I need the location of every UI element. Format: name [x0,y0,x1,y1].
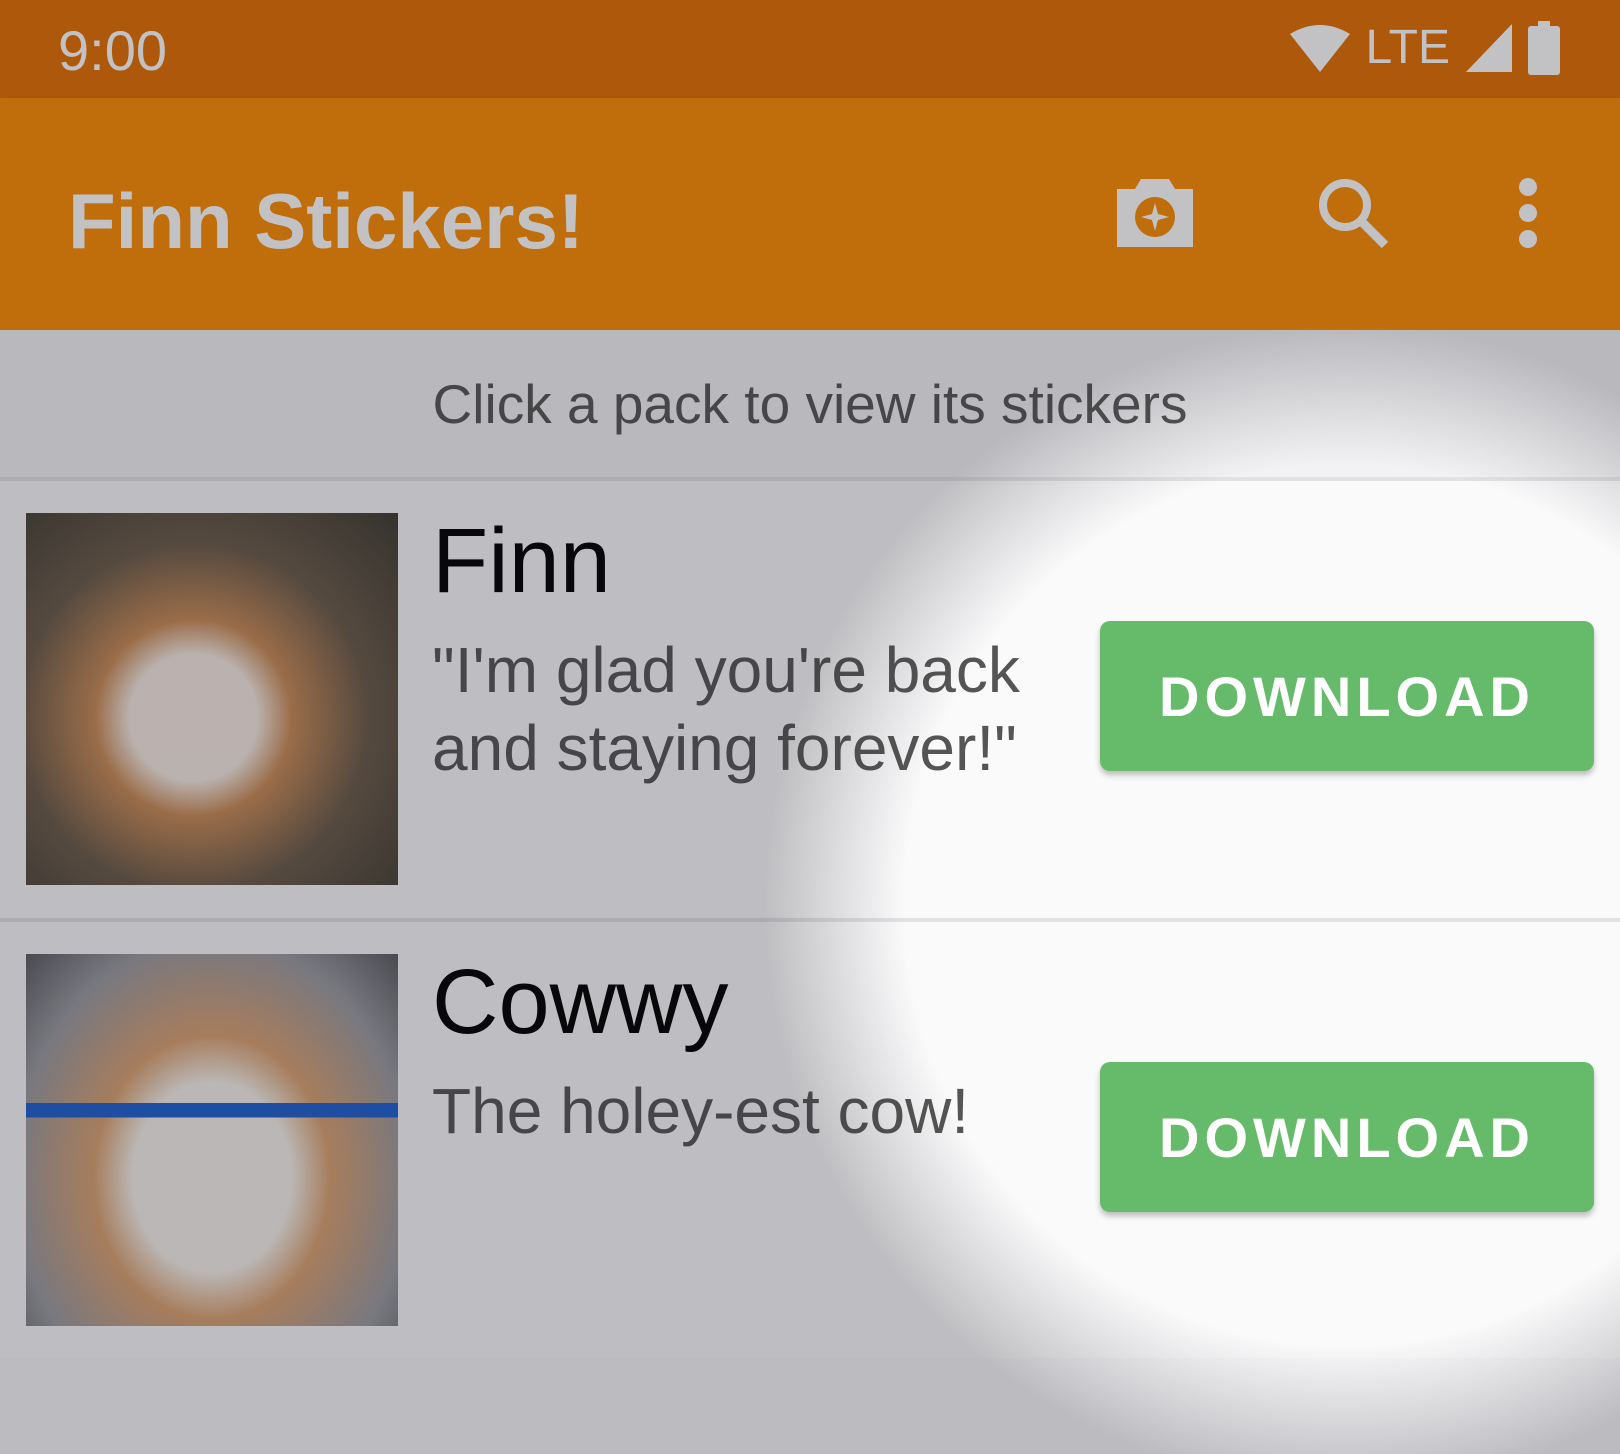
pack-description: The holey-est cow! [432,1075,970,1147]
pack-description: "I'm glad you're back and staying foreve… [432,634,1020,784]
app-title: Finn Stickers! [68,177,584,265]
signal-icon [1466,23,1512,72]
download-button[interactable]: DOWNLOAD [1100,1062,1594,1212]
search-icon[interactable] [1308,168,1398,258]
camera-sparkle-icon[interactable] [1110,168,1200,258]
network-type: LTE [1365,21,1450,74]
pack-name: Finn [432,510,611,612]
hint-text: Click a pack to view its stickers [0,330,1620,478]
status-bar: 9:00 LTE [0,0,1620,98]
wifi-icon [1289,24,1350,72]
status-time: 9:00 [58,19,167,82]
more-vert-icon[interactable] [1483,168,1573,258]
app-bar: Finn Stickers! [0,98,1620,330]
battery-icon [1528,20,1560,75]
pack-row-finn[interactable]: Finn "I'm glad you're back and staying f… [0,477,1620,917]
download-button[interactable]: DOWNLOAD [1100,621,1594,771]
pack-row-cowwy[interactable]: Cowwy The holey-est cow! DOWNLOAD [0,918,1620,1358]
pack-thumbnail-cow [26,954,398,1326]
pack-name: Cowwy [432,951,729,1053]
pack-thumbnail-dog [26,513,398,885]
